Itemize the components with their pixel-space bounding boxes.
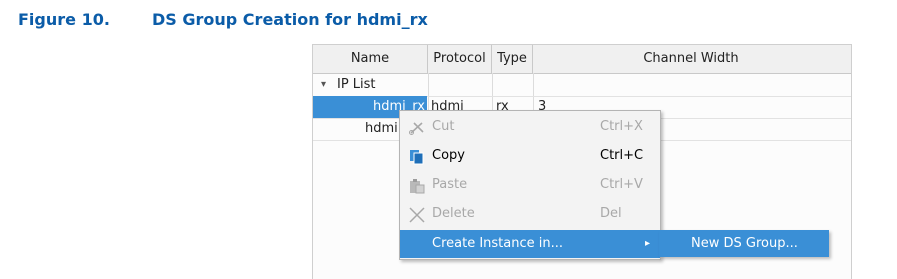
- column-header-protocol[interactable]: Protocol: [428, 45, 492, 73]
- menu-item-copy[interactable]: Copy Ctrl+C: [400, 142, 660, 170]
- submenu-arrow-icon: ▸: [645, 238, 651, 249]
- figure-title: DS Group Creation for hdmi_rx: [152, 10, 428, 29]
- expand-arrow-icon[interactable]: ▾: [321, 74, 326, 96]
- table-header: Name Protocol Type Channel Width: [313, 45, 851, 74]
- group-label: IP List: [337, 77, 376, 92]
- menu-item-shortcut: Ctrl+C: [600, 148, 644, 163]
- menu-item-label: New DS Group...: [691, 236, 798, 251]
- menu-item-shortcut: Ctrl+V: [600, 177, 643, 192]
- menu-item-paste[interactable]: Paste Ctrl+V: [400, 171, 660, 199]
- menu-item-label: Delete: [432, 206, 475, 221]
- menu-item-create-instance[interactable]: Create Instance in... ▸: [400, 230, 660, 258]
- menu-item-shortcut: Del: [600, 206, 622, 221]
- menu-item-label: Copy: [432, 148, 465, 163]
- menu-item-delete[interactable]: Delete Del: [400, 200, 660, 228]
- column-header-channel-width[interactable]: Channel Width: [533, 45, 849, 73]
- menu-item-shortcut: Ctrl+X: [600, 119, 643, 134]
- submenu: New DS Group...: [659, 230, 829, 257]
- menu-item-label: Create Instance in...: [432, 236, 564, 251]
- menu-item-label: Paste: [432, 177, 468, 192]
- copy-icon: [408, 148, 426, 165]
- figure-number: Figure 10.: [18, 10, 110, 29]
- paste-icon: [408, 177, 426, 194]
- context-menu: Cut Ctrl+X Copy Ctrl+C Paste Ctrl+V Dele…: [399, 110, 661, 260]
- column-header-name[interactable]: Name: [313, 45, 428, 73]
- column-header-type[interactable]: Type: [492, 45, 533, 73]
- tree-group-row[interactable]: ▾ IP List: [313, 74, 851, 97]
- cut-icon: [408, 119, 426, 135]
- menu-item-new-ds-group[interactable]: New DS Group...: [659, 230, 829, 257]
- row-name-cell[interactable]: hdmi: [365, 118, 398, 140]
- menu-item-label: Cut: [432, 119, 455, 134]
- menu-item-cut[interactable]: Cut Ctrl+X: [400, 113, 660, 141]
- delete-icon: [408, 206, 426, 223]
